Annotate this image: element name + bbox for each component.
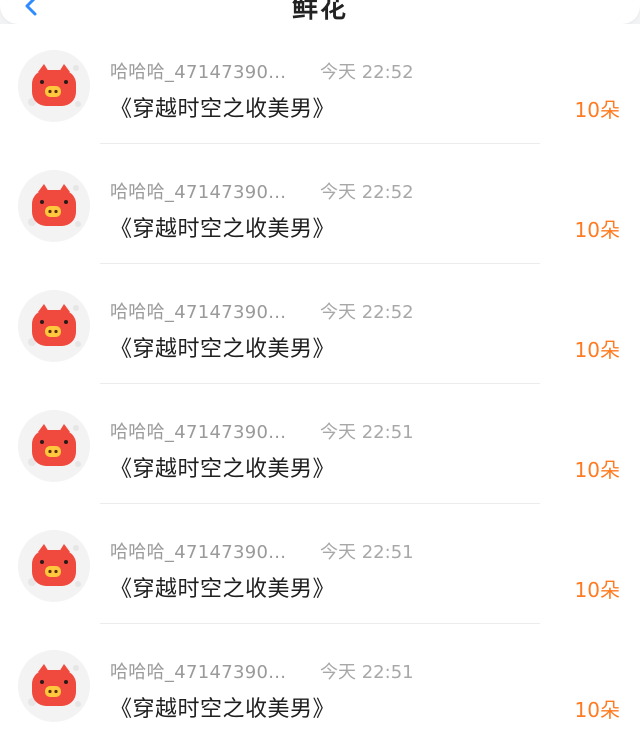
book-title: 《穿越时空之收美男》 xyxy=(110,697,336,722)
avatar[interactable] xyxy=(18,50,90,122)
list-item[interactable]: 哈哈哈_47147390... 今天 22:52 《穿越时空之收美男》 10朵 xyxy=(0,264,640,384)
book-title: 《穿越时空之收美男》 xyxy=(110,457,336,482)
list-item[interactable]: 哈哈哈_47147390... 今天 22:51 《穿越时空之收美男》 10朵 xyxy=(0,624,640,740)
gift-time: 今天 22:51 xyxy=(320,422,414,443)
pig-avatar-icon xyxy=(18,530,90,602)
sender-name: 哈哈哈_47147390... xyxy=(110,62,287,83)
flower-gift-list: 哈哈哈_47147390... 今天 22:52 《穿越时空之收美男》 10朵 xyxy=(0,24,640,740)
pig-avatar-icon xyxy=(18,410,90,482)
flower-count: 10朵 xyxy=(574,338,620,362)
flower-count: 10朵 xyxy=(574,698,620,722)
pig-avatar-icon xyxy=(18,650,90,722)
gift-time: 今天 22:52 xyxy=(320,302,414,323)
flower-count: 10朵 xyxy=(574,98,620,122)
top-bar: 鲜花 xyxy=(0,0,640,24)
flower-count: 10朵 xyxy=(574,218,620,242)
list-item[interactable]: 哈哈哈_47147390... 今天 22:52 《穿越时空之收美男》 10朵 xyxy=(0,24,640,144)
avatar[interactable] xyxy=(18,410,90,482)
pig-avatar-icon xyxy=(18,170,90,242)
sender-name: 哈哈哈_47147390... xyxy=(110,542,287,563)
gift-time: 今天 22:52 xyxy=(320,62,414,83)
flower-count: 10朵 xyxy=(574,458,620,482)
page-title: 鲜花 xyxy=(291,0,348,24)
avatar[interactable] xyxy=(18,290,90,362)
gift-time: 今天 22:51 xyxy=(320,542,414,563)
sender-name: 哈哈哈_47147390... xyxy=(110,662,287,683)
gift-time: 今天 22:51 xyxy=(320,662,414,683)
flower-count: 10朵 xyxy=(574,578,620,602)
list-item[interactable]: 哈哈哈_47147390... 今天 22:51 《穿越时空之收美男》 10朵 xyxy=(0,384,640,504)
book-title: 《穿越时空之收美男》 xyxy=(110,217,336,242)
avatar[interactable] xyxy=(18,530,90,602)
sender-name: 哈哈哈_47147390... xyxy=(110,422,287,443)
page: 鲜花 哈哈哈_47147390... 今天 22:52 《穿越时空之收美男》 1… xyxy=(0,0,640,740)
avatar[interactable] xyxy=(18,170,90,242)
pig-avatar-icon xyxy=(18,290,90,362)
pig-avatar-icon xyxy=(18,50,90,122)
avatar[interactable] xyxy=(18,650,90,722)
book-title: 《穿越时空之收美男》 xyxy=(110,97,336,122)
list-item[interactable]: 哈哈哈_47147390... 今天 22:52 《穿越时空之收美男》 10朵 xyxy=(0,144,640,264)
book-title: 《穿越时空之收美男》 xyxy=(110,577,336,602)
sender-name: 哈哈哈_47147390... xyxy=(110,182,287,203)
list-item[interactable]: 哈哈哈_47147390... 今天 22:51 《穿越时空之收美男》 10朵 xyxy=(0,504,640,624)
gift-time: 今天 22:52 xyxy=(320,182,414,203)
book-title: 《穿越时空之收美男》 xyxy=(110,337,336,362)
sender-name: 哈哈哈_47147390... xyxy=(110,302,287,323)
